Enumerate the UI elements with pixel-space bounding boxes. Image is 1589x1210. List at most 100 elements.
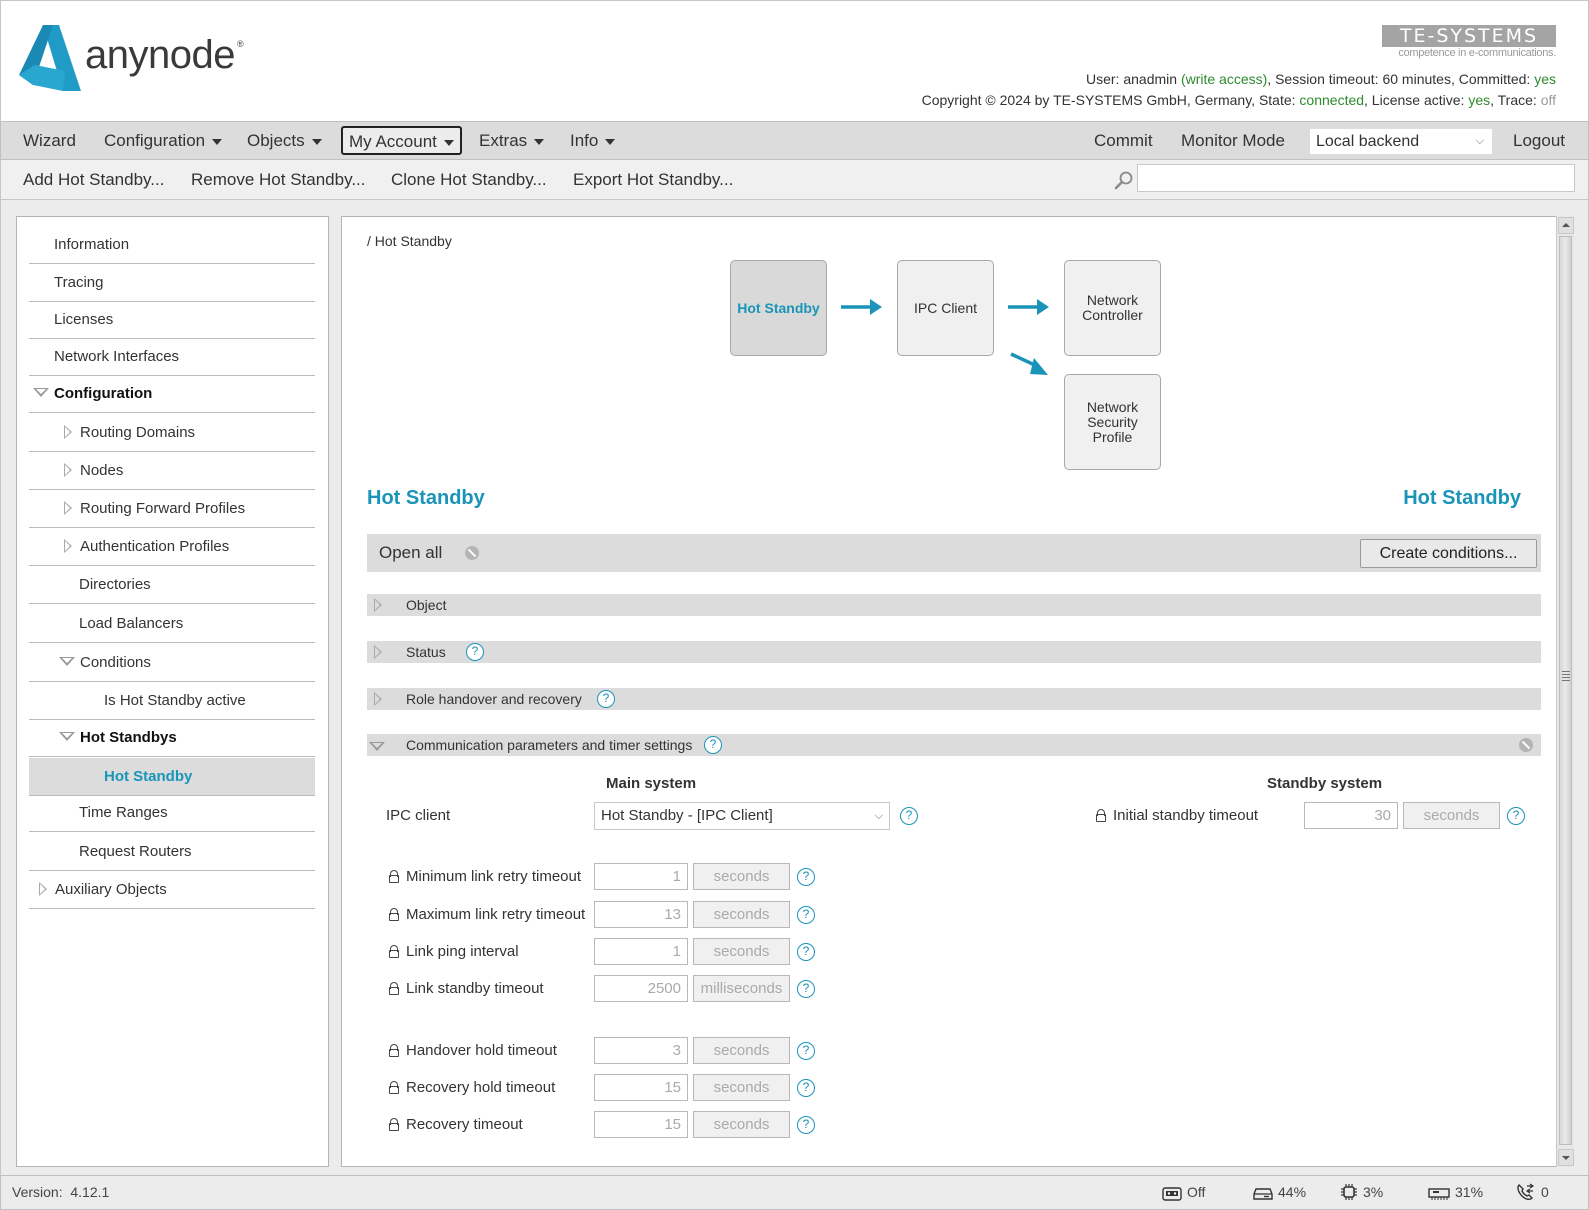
help-icon[interactable]: ? (900, 807, 918, 825)
help-icon[interactable]: ? (1507, 807, 1525, 825)
arrow-right-icon (841, 299, 882, 315)
section-status[interactable]: Status ? (367, 641, 1541, 663)
collapsed-triangle-icon[interactable] (64, 463, 72, 477)
help-icon[interactable]: ? (797, 868, 815, 886)
ipc-client-select[interactable]: Hot Standby - [IPC Client] ⌵ (594, 802, 890, 830)
menu-info[interactable]: Info (570, 122, 616, 159)
nav-routing-domains[interactable]: Routing Domains (29, 414, 315, 452)
handover-hold-timeout-input[interactable]: 3 (594, 1037, 688, 1064)
backend-select-value: Local backend (1316, 133, 1420, 150)
monitor-mode-button[interactable]: Monitor Mode (1181, 122, 1285, 159)
nav-routing-forward-profiles[interactable]: Routing Forward Profiles (29, 490, 315, 528)
nav-information[interactable]: Information (29, 226, 315, 264)
menu-configuration[interactable]: Configuration (104, 122, 223, 159)
section-communication-parameters[interactable]: Communication parameters and timer setti… (367, 734, 1541, 756)
scroll-up-button[interactable] (1558, 217, 1574, 234)
help-icon[interactable]: ? (797, 1042, 815, 1060)
create-conditions-button[interactable]: Create conditions... (1360, 539, 1537, 568)
nav-request-routers[interactable]: Request Routers (29, 833, 315, 871)
diagram-node-hot-standby[interactable]: Hot Standby (730, 260, 827, 356)
link-standby-timeout-input[interactable]: 2500 (594, 975, 688, 1002)
link-ping-interval-label: Link ping interval (389, 943, 519, 960)
diagram-node-ipc-client[interactable]: IPC Client (897, 260, 994, 356)
help-icon[interactable]: ? (797, 1079, 815, 1097)
label-line: Network (1086, 398, 1139, 415)
nav-label: Authentication Profiles (80, 538, 230, 555)
logout-button[interactable]: Logout (1513, 122, 1565, 159)
section-role-handover[interactable]: Role handover and recovery ? (367, 688, 1541, 710)
scroll-thumb[interactable] (1559, 236, 1572, 1145)
collapsed-triangle-icon[interactable] (64, 425, 72, 439)
export-hot-standby-button[interactable]: Export Hot Standby... (573, 160, 733, 199)
help-icon[interactable]: ? (797, 980, 815, 998)
expanded-triangle-icon[interactable] (59, 732, 75, 741)
section-object[interactable]: Object (367, 594, 1541, 616)
add-hot-standby-button[interactable]: Add Hot Standby... (23, 160, 164, 199)
recovery-timeout-input[interactable]: 15 (594, 1111, 688, 1138)
diagram-node-network-security-profile[interactable]: Network Security Profile (1064, 374, 1161, 470)
nav-conditions[interactable]: Conditions (29, 644, 315, 682)
collapsed-triangle-icon[interactable] (64, 501, 72, 515)
no-entry-icon[interactable] (1519, 738, 1533, 752)
recovery-hold-timeout-input[interactable]: 15 (594, 1074, 688, 1101)
help-icon[interactable]: ? (797, 1116, 815, 1134)
nav-auxiliary-objects[interactable]: Auxiliary Objects (29, 871, 315, 909)
nav-tracing[interactable]: Tracing (29, 264, 315, 302)
commit-button[interactable]: Commit (1094, 122, 1153, 159)
help-icon[interactable]: ? (797, 943, 815, 961)
nav-is-hot-standby-active[interactable]: Is Hot Standby active (29, 682, 315, 720)
recording-status[interactable]: Off (1162, 1176, 1205, 1209)
disk-usage[interactable]: 44% (1253, 1176, 1306, 1209)
nav-label: Is Hot Standby active (104, 692, 246, 709)
main-menu: Wizard Configuration Objects My Account … (0, 121, 1589, 160)
link-ping-interval-input[interactable]: 1 (594, 938, 688, 965)
ipc-client-select-value: Hot Standby - [IPC Client] (601, 807, 773, 824)
initial-standby-timeout-input[interactable]: 30 (1304, 802, 1398, 829)
collapsed-triangle-icon[interactable] (64, 539, 72, 553)
unit-label: seconds (693, 901, 790, 928)
nav-authentication-profiles[interactable]: Authentication Profiles (29, 528, 315, 566)
scroll-down-button[interactable] (1558, 1149, 1574, 1166)
trace-status: off (1540, 92, 1556, 108)
menu-extras[interactable]: Extras (479, 122, 545, 159)
backend-select[interactable]: Local backend ⌵ (1309, 128, 1493, 155)
help-icon[interactable]: ? (797, 906, 815, 924)
access-level: (write access) (1180, 71, 1268, 87)
nav-time-ranges[interactable]: Time Ranges (29, 794, 315, 832)
content-scrollbar[interactable] (1556, 216, 1574, 1167)
nav-licenses[interactable]: Licenses (29, 301, 315, 339)
nav-nodes[interactable]: Nodes (29, 452, 315, 490)
remove-hot-standby-button[interactable]: Remove Hot Standby... (191, 160, 366, 199)
status-bar: Version: 4.12.1 Off 44% 3% 31% 0 (0, 1175, 1589, 1210)
no-entry-icon[interactable] (465, 546, 479, 560)
menu-my-account[interactable]: My Account (341, 126, 462, 155)
clone-hot-standby-button[interactable]: Clone Hot Standby... (391, 160, 547, 199)
expanded-triangle-icon[interactable] (59, 657, 75, 666)
max-link-retry-timeout-input[interactable]: 13 (594, 901, 688, 928)
expanded-triangle-icon[interactable] (33, 388, 49, 397)
active-calls[interactable]: 0 (1516, 1176, 1549, 1209)
help-icon[interactable]: ? (466, 643, 484, 661)
label-line: Profile (1092, 428, 1133, 445)
open-all-link[interactable]: Open all (379, 534, 442, 572)
min-link-retry-timeout-input[interactable]: 1 (594, 863, 688, 890)
help-icon[interactable]: ? (704, 736, 722, 754)
nav-load-balancers[interactable]: Load Balancers (29, 605, 315, 643)
unit-label: seconds (693, 863, 790, 890)
nav-configuration[interactable]: Configuration (29, 375, 315, 413)
help-icon[interactable]: ? (597, 690, 615, 708)
collapsed-triangle-icon[interactable] (39, 882, 47, 896)
nav-directories[interactable]: Directories (29, 566, 315, 604)
menu-wizard[interactable]: Wizard (23, 122, 76, 159)
nav-network-interfaces[interactable]: Network Interfaces (29, 338, 315, 376)
nav-hot-standby[interactable]: Hot Standby (29, 758, 315, 796)
min-link-retry-timeout-label: Minimum link retry timeout (389, 868, 581, 885)
diagram-node-network-controller[interactable]: Network Controller (1064, 260, 1161, 356)
field-label: Recovery hold timeout (406, 1079, 556, 1096)
cpu-usage[interactable]: 3% (1340, 1176, 1383, 1209)
nav-hot-standbys[interactable]: Hot Standbys (29, 719, 315, 757)
search-input[interactable] (1137, 164, 1575, 192)
memory-usage[interactable]: 31% (1428, 1176, 1483, 1209)
menu-objects[interactable]: Objects (247, 122, 322, 159)
caret-down-icon (311, 138, 322, 145)
